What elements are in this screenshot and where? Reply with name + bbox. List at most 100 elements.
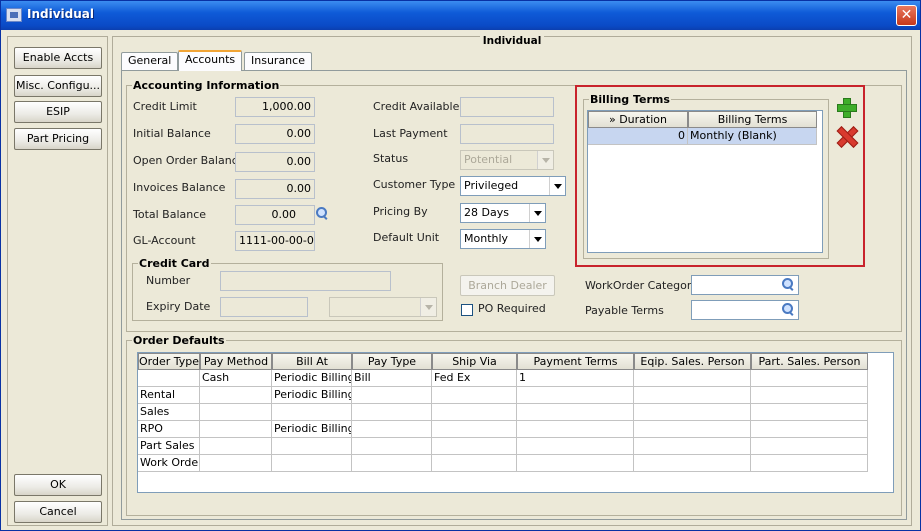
payment-terms-cell[interactable]: [517, 421, 634, 438]
order-type-cell[interactable]: Work Order: [138, 455, 200, 472]
status-select[interactable]: Potential: [460, 150, 554, 170]
bill-at-cell[interactable]: [272, 438, 352, 455]
payment-terms-cell[interactable]: 1: [517, 370, 634, 387]
card-number-field[interactable]: [220, 271, 391, 291]
pay-method-cell[interactable]: [200, 421, 272, 438]
order-type-cell[interactable]: Rental: [138, 387, 200, 404]
bill-at-cell[interactable]: [272, 404, 352, 421]
part-sales-person-cell[interactable]: [751, 404, 868, 421]
customer-type-select[interactable]: Privileged: [460, 176, 566, 196]
table-row[interactable]: Sales: [138, 404, 868, 421]
esip-button[interactable]: ESIP: [14, 101, 102, 123]
table-row[interactable]: RPO Periodic Billing: [138, 421, 868, 438]
gl-account-field[interactable]: 1111-00-00-00-: [235, 231, 315, 251]
tab-general[interactable]: General: [121, 52, 179, 70]
table-row[interactable]: Work Order: [138, 455, 868, 472]
order-type-cell[interactable]: Sales: [138, 404, 200, 421]
ship-via-cell[interactable]: [432, 404, 517, 421]
last-payment-field[interactable]: [460, 124, 554, 144]
pay-method-cell[interactable]: Cash: [200, 370, 272, 387]
ship-via-cell[interactable]: [432, 421, 517, 438]
pay-type-cell[interactable]: [352, 404, 432, 421]
cancel-button[interactable]: Cancel: [14, 501, 102, 523]
payable-terms-search-icon[interactable]: [781, 302, 795, 316]
total-balance-search-icon[interactable]: [315, 206, 329, 220]
duration-column-header[interactable]: » Duration: [588, 111, 688, 128]
pricing-by-select[interactable]: 28 Days: [460, 203, 546, 223]
invoices-balance-field[interactable]: 0.00: [235, 179, 315, 199]
delete-billing-term-icon[interactable]: [837, 127, 855, 145]
tab-insurance[interactable]: Insurance: [244, 52, 312, 70]
close-button[interactable]: ✕: [896, 5, 917, 26]
expiry-select[interactable]: [329, 297, 437, 317]
workorder-category-search-icon[interactable]: [781, 277, 795, 291]
pay-type-cell[interactable]: [352, 455, 432, 472]
order-type-cell[interactable]: Part Sales: [138, 438, 200, 455]
open-order-balance-field[interactable]: 0.00: [235, 152, 315, 172]
po-required-checkbox[interactable]: [461, 304, 473, 316]
eqip-sales-person-cell[interactable]: [634, 438, 751, 455]
table-row[interactable]: Rental Periodic Billing: [138, 387, 868, 404]
order-type-cell[interactable]: RPO: [138, 421, 200, 438]
part-pricing-button[interactable]: Part Pricing: [14, 128, 102, 150]
eqip-sales-person-cell[interactable]: [634, 370, 751, 387]
ok-button[interactable]: OK: [14, 474, 102, 496]
total-balance-field[interactable]: 0.00: [235, 205, 315, 225]
ship-via-cell[interactable]: [432, 387, 517, 404]
part-sales-person-cell[interactable]: [751, 421, 868, 438]
pay-method-cell[interactable]: [200, 404, 272, 421]
pay-method-column-header[interactable]: Pay Method: [200, 353, 272, 370]
bill-at-cell[interactable]: Periodic Billing: [272, 370, 352, 387]
initial-balance-field[interactable]: 0.00: [235, 124, 315, 144]
eqip-sales-person-cell[interactable]: [634, 404, 751, 421]
branch-dealer-button[interactable]: Branch Dealer: [460, 275, 555, 296]
pay-method-cell[interactable]: [200, 455, 272, 472]
ship-via-column-header[interactable]: Ship Via: [432, 353, 517, 370]
part-sales-person-cell[interactable]: [751, 387, 868, 404]
part-sales-person-cell[interactable]: [751, 455, 868, 472]
expiry-date-field[interactable]: [220, 297, 308, 317]
ship-via-cell[interactable]: [432, 455, 517, 472]
default-unit-select[interactable]: Monthly: [460, 229, 546, 249]
ship-via-cell[interactable]: [432, 438, 517, 455]
order-type-cell[interactable]: [138, 370, 200, 387]
part-sales-person-column-header[interactable]: Part. Sales. Person: [751, 353, 868, 370]
order-type-column-header[interactable]: Order Type: [138, 353, 200, 370]
table-row[interactable]: 0 Monthly (Blank): [588, 128, 817, 145]
part-sales-person-cell[interactable]: [751, 370, 868, 387]
eqip-sales-person-column-header[interactable]: Eqip. Sales. Person: [634, 353, 751, 370]
enable-accts-button[interactable]: Enable Accts: [14, 47, 102, 69]
bill-at-cell[interactable]: Periodic Billing: [272, 421, 352, 438]
bill-at-column-header[interactable]: Bill At: [272, 353, 352, 370]
payment-terms-cell[interactable]: [517, 404, 634, 421]
payment-terms-cell[interactable]: [517, 455, 634, 472]
order-defaults-table[interactable]: Order Type Pay Method Bill At Pay Type Ship …: [137, 352, 894, 493]
pay-type-cell[interactable]: Bill: [352, 370, 432, 387]
pay-type-column-header[interactable]: Pay Type: [352, 353, 432, 370]
pay-method-cell[interactable]: [200, 387, 272, 404]
add-billing-term-icon[interactable]: [837, 98, 857, 118]
pay-method-cell[interactable]: [200, 438, 272, 455]
misc-config-button[interactable]: Misc. Configu...: [14, 75, 102, 97]
credit-available-field[interactable]: [460, 97, 554, 117]
part-sales-person-cell[interactable]: [751, 438, 868, 455]
payment-terms-cell[interactable]: [517, 438, 634, 455]
bill-at-cell[interactable]: Periodic Billing: [272, 387, 352, 404]
table-row[interactable]: Part Sales: [138, 438, 868, 455]
billing-terms-column-header[interactable]: Billing Terms: [688, 111, 817, 128]
ship-via-cell[interactable]: Fed Ex: [432, 370, 517, 387]
title-bar[interactable]: Individual ✕: [1, 1, 920, 30]
bill-at-cell[interactable]: [272, 455, 352, 472]
table-row[interactable]: Cash Periodic Billing Bill Fed Ex 1: [138, 370, 868, 387]
payment-terms-cell[interactable]: [517, 387, 634, 404]
tab-accounts[interactable]: Accounts: [178, 50, 243, 71]
credit-limit-field[interactable]: 1,000.00: [235, 97, 315, 117]
payment-terms-column-header[interactable]: Payment Terms: [517, 353, 634, 370]
eqip-sales-person-cell[interactable]: [634, 455, 751, 472]
pay-type-cell[interactable]: [352, 421, 432, 438]
eqip-sales-person-cell[interactable]: [634, 421, 751, 438]
pay-type-cell[interactable]: [352, 387, 432, 404]
pay-type-cell[interactable]: [352, 438, 432, 455]
billing-terms-table[interactable]: » Duration Billing Terms 0 Monthly (Blan…: [587, 110, 823, 253]
eqip-sales-person-cell[interactable]: [634, 387, 751, 404]
